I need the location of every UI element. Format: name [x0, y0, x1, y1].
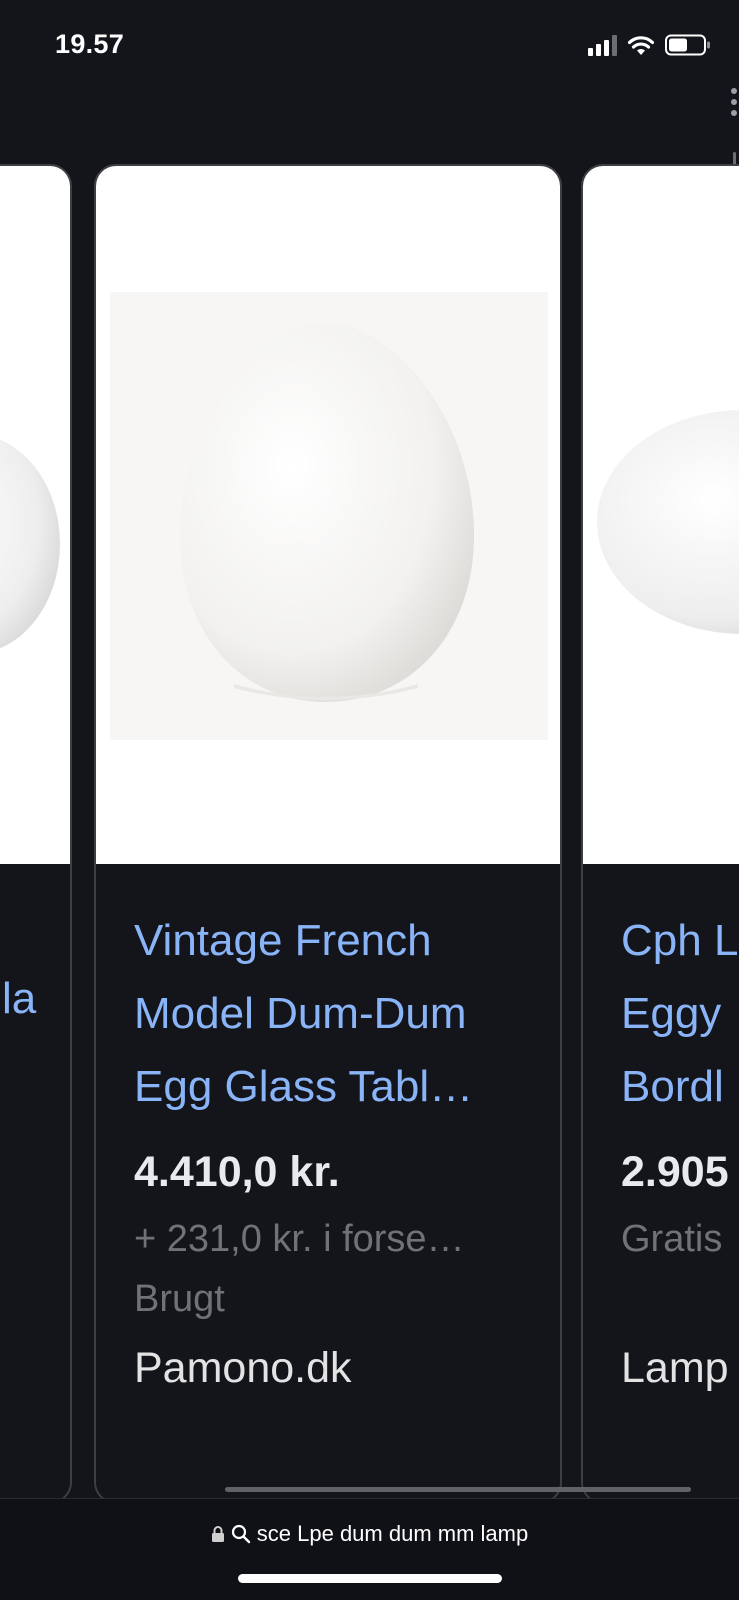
product-title[interactable]: la	[2, 974, 36, 1024]
product-card[interactable]: Vintage French Model Dum-Dum Egg Glass T…	[94, 164, 562, 1504]
product-image[interactable]	[0, 166, 70, 864]
cellular-signal-icon	[588, 34, 617, 56]
more-options-icon[interactable]	[731, 88, 739, 118]
product-title[interactable]: Vintage French Model Dum-Dum Egg Glass T…	[134, 904, 534, 1123]
product-condition: Brugt	[134, 1278, 225, 1320]
search-icon	[231, 1524, 250, 1544]
product-title-line[interactable]: Model Dum-Dum	[134, 977, 534, 1050]
seller-name: Pamono.dk	[134, 1344, 352, 1392]
product-price: 2.905	[621, 1148, 729, 1196]
product-price: 4.410,0 kr.	[134, 1148, 340, 1196]
product-card-previous[interactable]: la	[0, 164, 72, 1504]
product-image[interactable]	[96, 166, 560, 864]
egg-lamp-image	[597, 410, 739, 634]
lock-icon	[211, 1526, 224, 1542]
address-bar[interactable]: sce Lpe dum dum mm lamp	[0, 1498, 739, 1600]
product-title-line[interactable]: Egg Glass Tabl…	[134, 1050, 534, 1123]
product-title[interactable]: Cph L Eggy Bordl	[621, 904, 738, 1123]
product-image[interactable]	[583, 166, 739, 864]
home-indicator[interactable]	[238, 1574, 502, 1583]
product-title-line[interactable]: Bordl	[621, 1050, 738, 1123]
product-info: Vintage French Model Dum-Dum Egg Glass T…	[96, 864, 560, 1502]
screen: 19.57 la Vintage French Model Dum-Dum Eg…	[0, 0, 739, 1600]
product-title-line[interactable]: Eggy	[621, 977, 738, 1050]
shipping-cost: + 231,0 kr. i forse…	[134, 1218, 465, 1260]
product-title-line[interactable]: Cph L	[621, 904, 738, 977]
url-text[interactable]: sce Lpe dum dum mm lamp	[257, 1521, 528, 1547]
seller-name: Lamp	[621, 1344, 729, 1392]
status-icons	[588, 32, 711, 58]
shipping-cost: Gratis	[621, 1218, 723, 1260]
status-bar: 19.57	[0, 0, 739, 95]
product-title-line[interactable]: Vintage French	[134, 904, 534, 977]
url-row[interactable]: sce Lpe dum dum mm lamp	[0, 1521, 739, 1547]
status-time: 19.57	[55, 29, 125, 59]
egg-lamp-image	[0, 439, 60, 649]
battery-icon	[665, 34, 710, 56]
egg-lamp-image	[180, 322, 474, 702]
wifi-icon	[627, 36, 655, 55]
horizontal-scroll-indicator	[225, 1487, 691, 1492]
product-card-next[interactable]: Cph L Eggy Bordl 2.905 Gratis Lamp	[581, 164, 739, 1504]
product-info: Cph L Eggy Bordl 2.905 Gratis Lamp	[583, 864, 739, 1502]
product-info: la	[0, 864, 70, 1502]
